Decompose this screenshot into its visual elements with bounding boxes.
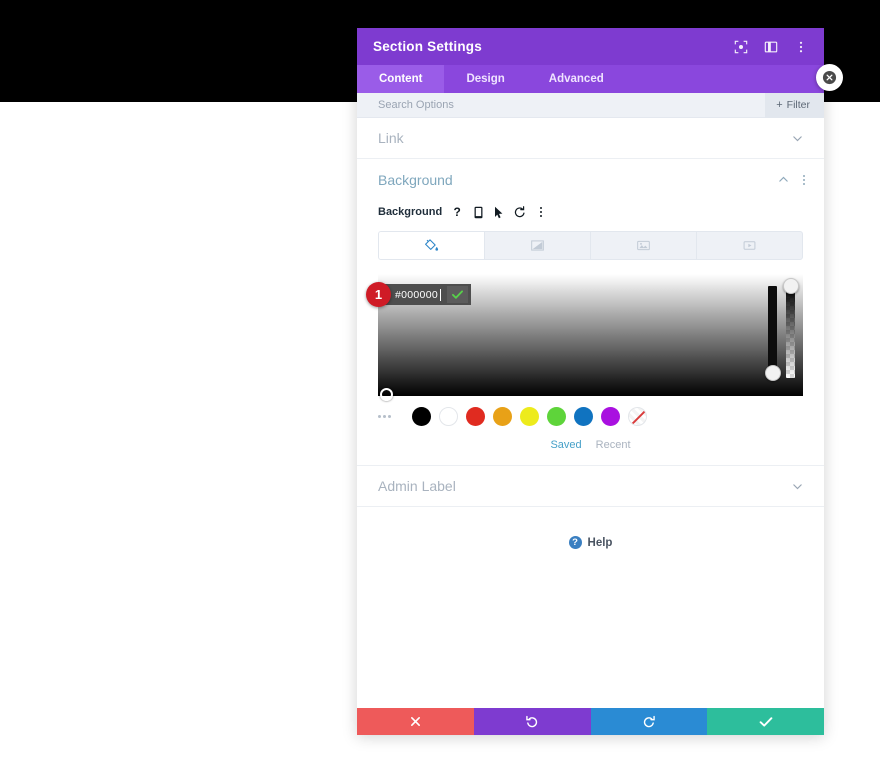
background-type-tabs [378, 231, 803, 260]
modal-tab-bar: Content Design Advanced [357, 65, 824, 93]
background-color-tab[interactable] [379, 232, 485, 259]
hue-slider-handle[interactable] [764, 365, 781, 382]
step-badge-1: 1 [366, 282, 391, 307]
fullscreen-icon[interactable] [732, 38, 750, 56]
alpha-slider-handle[interactable] [782, 278, 799, 294]
accordion-background-header[interactable]: Background [357, 159, 824, 200]
screen: Section Settings Content Design Advanced… [0, 0, 880, 781]
tab-content[interactable]: Content [357, 65, 445, 93]
chevron-up-icon[interactable] [777, 173, 790, 186]
help-icon[interactable]: ? [451, 206, 463, 219]
swatch-purple[interactable] [601, 407, 620, 426]
close-icon [410, 716, 421, 727]
alpha-slider[interactable] [782, 278, 799, 378]
save-button[interactable] [707, 708, 824, 735]
search-bar: + Filter [357, 92, 824, 118]
chevron-down-icon [791, 480, 804, 493]
tab-advanced[interactable]: Advanced [527, 65, 626, 93]
swatch-orange[interactable] [493, 407, 512, 426]
accordion-link-label: Link [378, 130, 404, 146]
background-image-tab[interactable] [591, 232, 697, 259]
palette-tab-saved[interactable]: Saved [550, 439, 581, 451]
accordion-admin-label[interactable]: Admin Label [357, 466, 824, 507]
background-field-label: Background [378, 206, 443, 218]
modal-body: Link Background Background ? 1 #000000 S… [357, 118, 824, 708]
help-button[interactable]: ? Help [357, 536, 824, 549]
swatch-red[interactable] [466, 407, 485, 426]
close-icon [822, 70, 837, 85]
accordion-background: Background Background ? 1 #000000 Saved … [357, 159, 824, 466]
palette-tab-row: Saved Recent [357, 439, 824, 451]
background-field-more-vertical-icon[interactable] [535, 206, 547, 219]
picker-sliders [764, 278, 799, 390]
hex-input-wrapper[interactable]: #000000 [382, 284, 471, 305]
swatch-white[interactable] [439, 407, 458, 426]
background-more-vertical-icon[interactable] [798, 173, 810, 187]
section-settings-modal: Section Settings Content Design Advanced… [357, 28, 824, 735]
close-modal-button[interactable] [816, 64, 843, 91]
redo-button[interactable] [590, 708, 708, 735]
tab-design[interactable]: Design [444, 65, 526, 93]
modal-header: Section Settings [357, 28, 824, 65]
undo-button[interactable] [473, 708, 591, 735]
modal-footer [357, 708, 824, 735]
plus-icon: + [776, 98, 783, 111]
swatch-blue[interactable] [574, 407, 593, 426]
swatch-transparent[interactable] [628, 407, 647, 426]
help-circle-icon: ? [568, 536, 582, 549]
accordion-link[interactable]: Link [357, 118, 824, 159]
filter-button-label: Filter [786, 99, 810, 111]
background-video-tab[interactable] [697, 232, 802, 259]
hue-slider[interactable] [764, 286, 781, 382]
more-horizontal-icon[interactable] [378, 415, 400, 418]
check-icon [759, 716, 773, 728]
hover-cursor-icon[interactable] [493, 206, 505, 219]
cancel-button[interactable] [357, 708, 474, 735]
help-label: Help [587, 536, 613, 549]
layout-panel-icon[interactable] [762, 38, 780, 56]
page-title: Section Settings [373, 39, 482, 54]
swatch-green[interactable] [547, 407, 566, 426]
chevron-down-icon [791, 132, 804, 145]
background-gradient-tab[interactable] [485, 232, 591, 259]
header-icon-group [732, 38, 810, 56]
search-input[interactable] [357, 99, 766, 111]
saturation-handle[interactable] [380, 388, 393, 401]
background-field-row: Background ? [357, 201, 824, 223]
accordion-background-label: Background [378, 171, 453, 188]
hex-confirm-button[interactable] [446, 286, 468, 303]
swatch-black[interactable] [412, 407, 431, 426]
filter-button[interactable]: + Filter [765, 92, 824, 118]
swatch-yellow[interactable] [520, 407, 539, 426]
color-picker: 1 #000000 [366, 274, 803, 401]
responsive-device-icon[interactable] [472, 206, 484, 219]
reset-icon[interactable] [514, 206, 526, 219]
undo-icon [525, 715, 539, 729]
hex-input-overlay: 1 #000000 [366, 282, 471, 307]
palette-tab-recent[interactable]: Recent [596, 439, 631, 451]
accordion-admin-label-text: Admin Label [378, 478, 456, 494]
redo-icon [642, 715, 656, 729]
hex-input[interactable]: #000000 [395, 288, 441, 301]
more-vertical-icon[interactable] [792, 38, 810, 56]
color-swatch-row [357, 407, 824, 426]
